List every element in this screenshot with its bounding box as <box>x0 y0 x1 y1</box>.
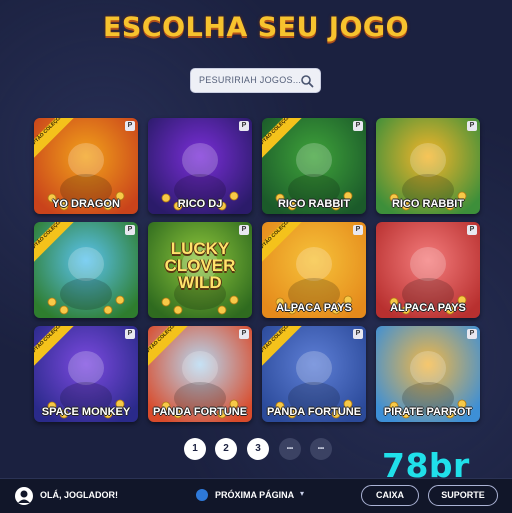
user-icon <box>18 490 30 503</box>
search-icon[interactable] <box>300 74 314 88</box>
provider-badge: P <box>125 225 135 235</box>
game-title: SPACE MONKEY <box>41 406 131 418</box>
provider-badge: P <box>125 121 135 131</box>
page-button-2[interactable]: 2 <box>215 438 237 460</box>
provider-badge: P <box>239 329 249 339</box>
game-grid: CAPTÃO COLEÇÕES P YO DRAGON P RICO DJ CAPTÃO … <box>34 118 480 422</box>
game-card[interactable]: CAPTÃO COLEÇÕES P RICO RABBIT <box>262 118 366 214</box>
provider-badge: P <box>239 225 249 235</box>
provider-badge: P <box>467 225 477 235</box>
game-title: YO DRAGON <box>52 198 120 210</box>
game-card[interactable]: CAPTÃO COLEÇÕES P <box>34 222 138 318</box>
game-logo-text: LUCKY CLOVER WILD <box>164 239 236 292</box>
game-card[interactable]: CAPTÃO COLEÇÕES P PANDA FORTUNE <box>148 326 252 422</box>
game-title: RICO DJ <box>177 198 223 210</box>
game-title: RICO RABBIT <box>277 198 351 210</box>
game-card[interactable]: CAPTÃO COLEÇÕES P YO DRAGON <box>34 118 138 214</box>
game-title: ALPACA PAYS <box>390 302 466 314</box>
provider-badge: P <box>353 121 363 131</box>
page-title: ESCOLHA SEU JOGO <box>102 12 410 43</box>
game-title: ALPACA PAYS <box>276 302 352 314</box>
next-page-link[interactable]: PRÓXIMA PÁGINA <box>215 490 294 500</box>
game-title: RICO RABBIT <box>391 198 465 210</box>
search-box[interactable]: PESURIRIAH JOGOS... <box>190 68 321 93</box>
provider-badge: P <box>125 329 135 339</box>
game-card[interactable]: CAPTÃO COLEÇÕES P SPACE MONKEY <box>34 326 138 422</box>
provider-badge: P <box>353 329 363 339</box>
page-more-button[interactable]: ••• <box>310 438 332 460</box>
search-placeholder: PESURIRIAH JOGOS... <box>199 75 302 85</box>
provider-badge: P <box>467 329 477 339</box>
provider-badge: P <box>353 225 363 235</box>
game-card[interactable]: P RICO DJ <box>148 118 252 214</box>
provider-badge: P <box>239 121 249 131</box>
game-card[interactable]: CAPTÃO COLEÇÕES P PANDA FORTUNE <box>262 326 366 422</box>
game-card[interactable]: P RICO RABBIT <box>376 118 480 214</box>
game-title: PIRATE PARROT <box>383 406 473 418</box>
game-card[interactable]: P LUCKY CLOVER WILD <box>148 222 252 318</box>
game-card[interactable]: P ALPACA PAYS <box>376 222 480 318</box>
suporte-button[interactable]: SUPORTE <box>428 485 498 506</box>
greeting-text: OLÁ, JOGLADOR! <box>40 490 118 500</box>
footer-bar: OLÁ, JOGLADOR! PRÓXIMA PÁGINA ▾ CAIXA SU… <box>0 478 512 513</box>
avatar[interactable] <box>15 487 33 505</box>
page-button-1[interactable]: 1 <box>184 438 206 460</box>
provider-badge: P <box>467 121 477 131</box>
game-title: PANDA FORTUNE <box>266 406 362 418</box>
chevron-down-icon[interactable]: ▾ <box>300 489 304 498</box>
page-button-3[interactable]: 3 <box>247 438 269 460</box>
game-card[interactable]: CAPTÃO COLEÇÕES P ALPACA PAYS <box>262 222 366 318</box>
page-more-button[interactable]: ••• <box>279 438 301 460</box>
caixa-button[interactable]: CAIXA <box>361 485 419 506</box>
info-icon <box>196 489 208 501</box>
game-card[interactable]: P PIRATE PARROT <box>376 326 480 422</box>
game-title: PANDA FORTUNE <box>152 406 248 418</box>
